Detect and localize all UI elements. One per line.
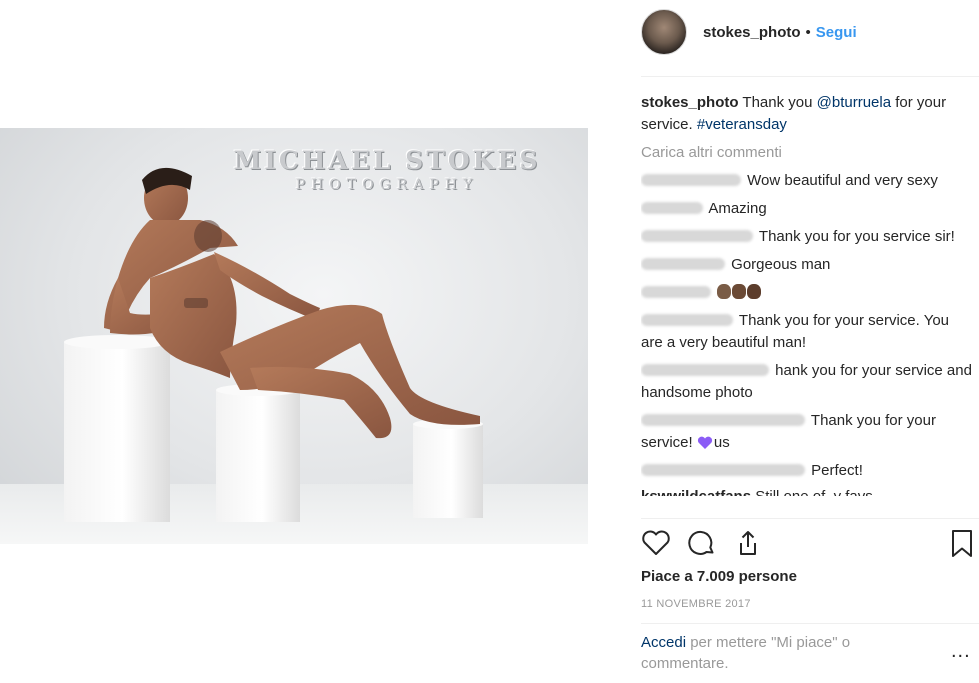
likes-count[interactable]: Piace a 7.009 persone: [641, 568, 797, 585]
blurred-username: [641, 230, 753, 242]
comment-username[interactable]: kswwildcatfans: [641, 488, 751, 496]
blurred-username: [641, 464, 805, 476]
pedestal-middle: [216, 384, 300, 522]
caption-hashtag[interactable]: #veteransday: [697, 116, 787, 133]
header-divider: [641, 76, 979, 77]
heart-icon[interactable]: [641, 529, 671, 557]
comment-item: hank you for your service and handsome p…: [641, 360, 973, 404]
pedestal-left: [64, 335, 170, 522]
blurred-username: [641, 286, 711, 298]
follow-button[interactable]: Segui: [816, 24, 857, 41]
pedestal-right: [413, 419, 483, 518]
more-options-icon[interactable]: ...: [951, 640, 971, 663]
bookmark-icon[interactable]: [949, 529, 975, 559]
comment-text: Amazing: [708, 200, 767, 217]
header-username[interactable]: stokes_photo: [703, 24, 801, 41]
comment-icon[interactable]: [687, 529, 717, 557]
comment-item: Thank you for your service! us: [641, 410, 973, 454]
emoji-icon: [747, 284, 762, 299]
photo-scene: [64, 167, 483, 522]
blurred-username: [641, 202, 703, 214]
comment-item: Amazing: [641, 198, 973, 220]
login-link[interactable]: Accedi: [641, 634, 686, 651]
comment-text: Still one of .y favs: [755, 488, 873, 496]
comment-item: [641, 282, 973, 304]
post-date: 11 NOVEMBRE 2017: [641, 598, 751, 610]
comment-text: Thank you for you service sir!: [758, 228, 955, 245]
caption-text-before: Thank you: [742, 94, 813, 111]
comment-text: Wow beautiful and very sexy: [747, 172, 938, 189]
comments-list[interactable]: stokes_photo Thank you @bturruela for yo…: [641, 92, 973, 518]
post-header: stokes_photo • Segui: [641, 8, 979, 56]
purple-heart-icon: [697, 436, 712, 449]
blurred-username: [641, 314, 733, 326]
comment-item: kswwildcatfans Still one of .y favs: [641, 486, 973, 496]
emoji-icon: [732, 284, 747, 299]
action-bar: [641, 529, 979, 559]
comment-item: Perfect!: [641, 460, 973, 482]
load-more-comments-button[interactable]: Carica altri commenti: [641, 142, 973, 164]
post-sidebar: stokes_photo • Segui stokes_photo Thank …: [641, 0, 979, 683]
caption-username[interactable]: stokes_photo: [641, 94, 739, 111]
comment-text: Perfect!: [811, 462, 863, 479]
header-separator: •: [805, 23, 811, 41]
actions-divider: [641, 518, 979, 519]
emoji-icon: [717, 284, 732, 299]
blurred-username: [641, 174, 741, 186]
comment-item: Gorgeous man: [641, 254, 973, 276]
caption-mention[interactable]: @bturruela: [817, 94, 891, 111]
blurred-username: [641, 364, 769, 376]
blurred-username: [641, 258, 725, 270]
caption: stokes_photo Thank you @bturruela for yo…: [641, 92, 973, 136]
blurred-username: [641, 414, 805, 426]
avatar[interactable]: [641, 9, 687, 55]
share-icon[interactable]: [733, 529, 763, 557]
comment-item: Thank you for you service sir!: [641, 226, 973, 248]
post-photo[interactable]: MICHAEL STOKES PHOTOGRAPHY: [0, 128, 588, 544]
comment-text-tail: us: [713, 434, 730, 451]
comment-item: Thank you for your service. You are a ve…: [641, 310, 973, 354]
footer-divider: [641, 623, 979, 624]
comment-text: Gorgeous man: [731, 256, 831, 273]
comment-item: Wow beautiful and very sexy: [641, 170, 973, 192]
login-prompt: Accedi per mettere "Mi piace" o commenta…: [641, 632, 891, 674]
